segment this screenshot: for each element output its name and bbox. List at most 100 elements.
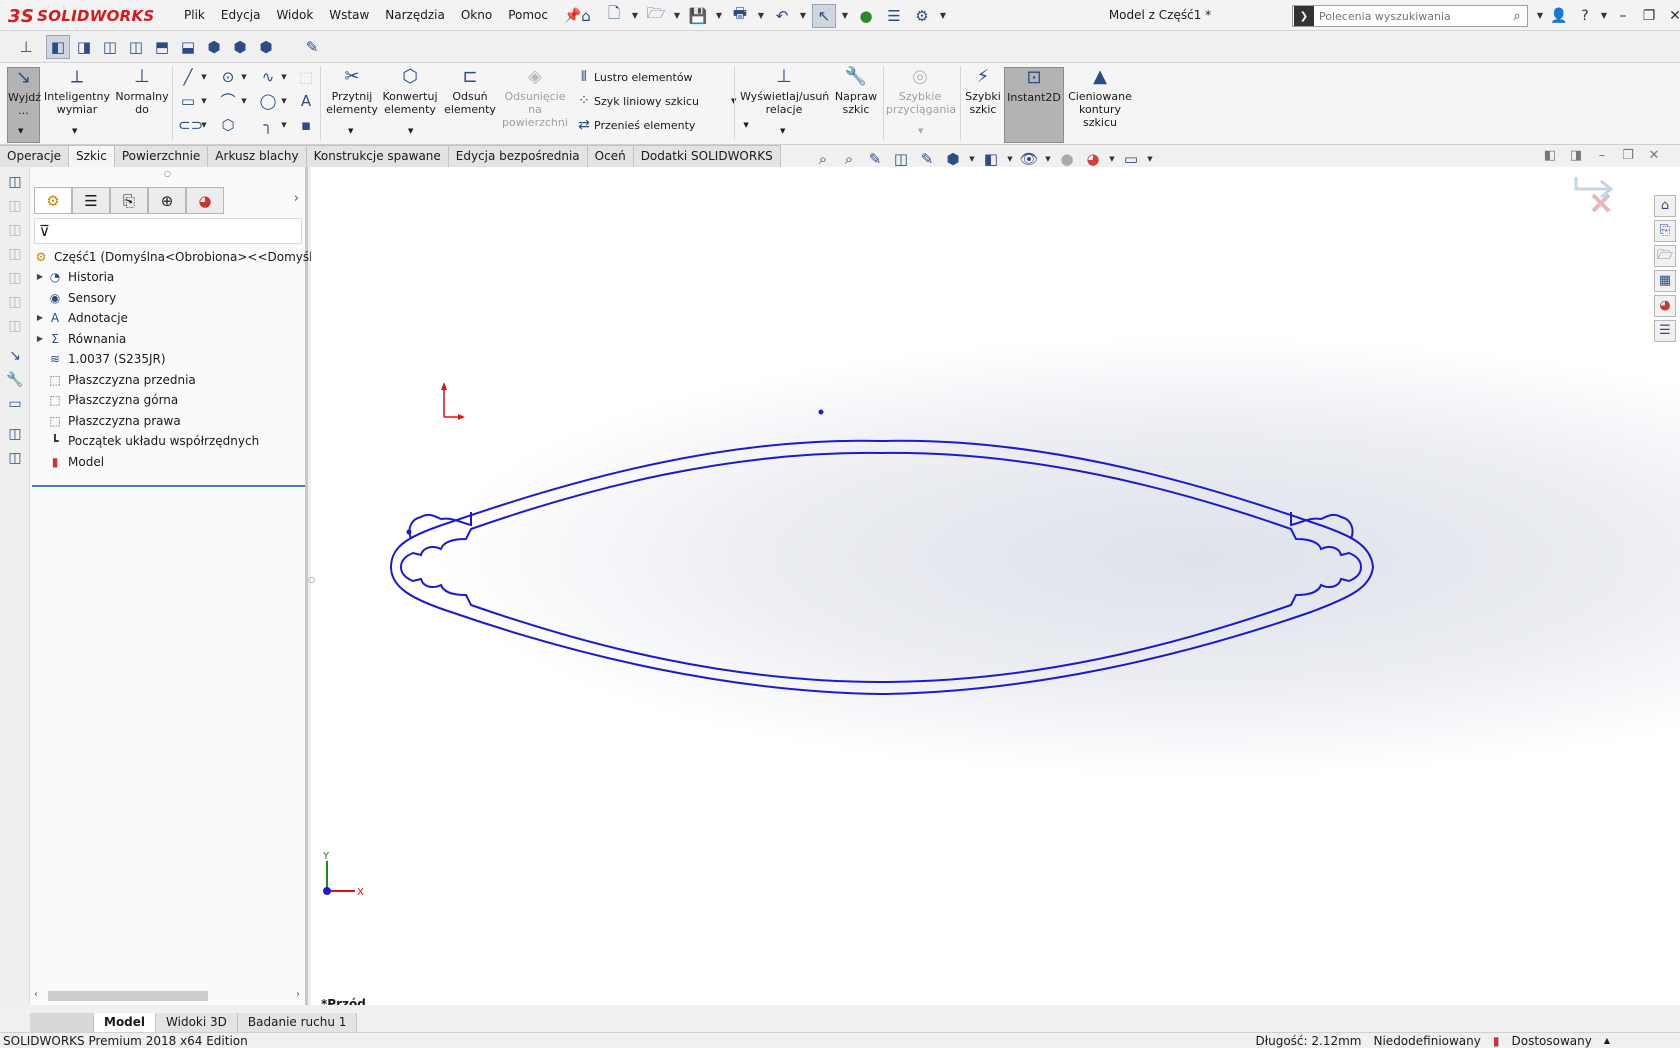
help-dropdown-icon[interactable]: ▼	[1599, 11, 1609, 20]
tree-item-annotations[interactable]: ▶ A Adnotacje	[34, 307, 128, 328]
tree-item-model[interactable]: ▮ Model	[34, 451, 104, 472]
layer-tool-icon[interactable]: ◫	[3, 423, 27, 445]
chevron-down-icon[interactable]: ▼	[200, 91, 208, 111]
dynamic-annotation-icon[interactable]: ✎	[916, 150, 938, 168]
menu-file[interactable]: Plik	[176, 0, 213, 31]
move-entities-button[interactable]: ⇄ Przenieś elementy ▼	[574, 117, 749, 133]
tile-left-icon[interactable]: ◧	[1540, 148, 1560, 163]
search-input[interactable]	[1314, 9, 1507, 23]
tree-item-origin[interactable]: ┗ Początek układu współrzędnych	[34, 430, 259, 451]
design-library-icon[interactable]: ⎘	[1654, 220, 1676, 242]
save-icon[interactable]: 💾	[686, 4, 710, 28]
top-view-icon[interactable]: ⬒	[150, 35, 174, 59]
tree-item-material[interactable]: ≋ 1.0037 (S235JR)	[34, 348, 166, 369]
tree-item-front-plane[interactable]: ⬚ Płaszczyzna przednia	[34, 369, 195, 390]
bottom-view-icon[interactable]: ⬓	[176, 35, 200, 59]
chevron-down-icon[interactable]: ▼	[798, 4, 808, 28]
display-tool-icon[interactable]: ▭	[3, 393, 27, 415]
chevron-down-icon[interactable]: ▼	[72, 127, 77, 135]
feature-manager-tab-icon[interactable]: ⚙	[34, 187, 72, 214]
chevron-down-icon[interactable]: ▼	[1108, 155, 1116, 163]
trimetric-view-icon[interactable]: ⬢	[228, 35, 252, 59]
sketch-canvas[interactable]: Y X	[311, 167, 1680, 1005]
tab-features[interactable]: Operacje	[0, 145, 70, 167]
chevron-down-icon[interactable]: ▼	[840, 4, 850, 28]
user-icon[interactable]: 👤	[1547, 8, 1571, 24]
restore-icon[interactable]: ❐	[1637, 8, 1661, 24]
repair-sketch-button[interactable]: 🔧 Napraw szkic	[832, 67, 880, 117]
tab-sheet-metal[interactable]: Arkusz blachy	[208, 145, 307, 167]
tab-direct-editing[interactable]: Edycja bezpośrednia	[448, 145, 588, 167]
chevron-down-icon[interactable]: ▼	[756, 4, 766, 28]
sketch-inner-profile[interactable]	[399, 451, 1363, 684]
file-explorer-icon[interactable]: 🗁	[1654, 245, 1676, 267]
minimize-icon[interactable]: –	[1592, 148, 1612, 163]
fillet-icon[interactable]: ╮	[258, 115, 278, 135]
tree-item-top-plane[interactable]: ⬚ Płaszczyzna górna	[34, 389, 178, 410]
horizontal-scrollbar[interactable]: ‹ ›	[34, 989, 300, 1003]
isometric-view-icon[interactable]: ⬢	[202, 35, 226, 59]
previous-view-icon[interactable]: ✎	[864, 150, 886, 168]
display-manager-tab-icon[interactable]: ◕	[186, 187, 224, 214]
panel-grip-icon[interactable]: ○	[164, 169, 171, 178]
menu-insert[interactable]: Wstaw	[321, 0, 377, 31]
command-search-box[interactable]: ❯ ⌕	[1292, 5, 1528, 27]
tab-sketch[interactable]: Szkic	[69, 145, 115, 167]
view-palette-icon[interactable]: ▦	[1654, 270, 1676, 292]
tree-filter-box[interactable]: ⊽	[34, 218, 302, 244]
sketch-outer-profile[interactable]	[389, 439, 1375, 696]
ellipse-icon[interactable]: ◯	[258, 91, 278, 111]
help-icon[interactable]: ?	[1573, 8, 1597, 24]
new-document-icon[interactable]: 🗋	[602, 4, 626, 28]
print-icon[interactable]: 🖶	[728, 4, 752, 28]
front-view-icon[interactable]: ◧	[46, 35, 70, 59]
line-icon[interactable]: ╱	[178, 67, 198, 87]
smart-dimension-button[interactable]: ⟂ Inteligentny wymiar	[44, 67, 110, 117]
offset-entities-button[interactable]: ⊏ Odsuń elementy	[442, 67, 498, 117]
menu-edit[interactable]: Edycja	[213, 0, 269, 31]
search-dropdown-icon[interactable]: ▼	[1535, 11, 1545, 20]
expand-arrow-icon[interactable]: ▶	[34, 272, 46, 281]
confirmation-corner[interactable]	[1574, 177, 1614, 213]
slot-icon[interactable]: ⊂⊃	[178, 115, 203, 135]
solidworks-resources-icon[interactable]: ⌂	[1654, 195, 1676, 217]
circle-icon[interactable]: ⊙	[218, 67, 238, 87]
restore-icon[interactable]: ❐	[1618, 148, 1638, 163]
select-tool-icon[interactable]: ↘	[3, 345, 27, 367]
layer-tool-icon[interactable]: ◫	[3, 447, 27, 469]
display-relations-button[interactable]: ⊥ Wyświetlaj/usuń relacje	[740, 67, 829, 117]
shaded-sketch-contours-button[interactable]: ▲ Cieniowane kontury szkicu	[1066, 67, 1134, 130]
close-icon[interactable]: ✕	[1663, 8, 1680, 24]
view-settings-icon[interactable]: ▭	[1120, 150, 1142, 168]
edit-appearance-icon[interactable]: ●	[1056, 150, 1078, 168]
apply-scene-icon[interactable]: ◕	[1082, 150, 1104, 168]
chevron-down-icon[interactable]: ▼	[743, 121, 748, 129]
search-scope-icon[interactable]: ❯	[1294, 6, 1314, 26]
chevron-down-icon[interactable]: ▼	[780, 127, 785, 135]
options-gear-icon[interactable]: ⚙	[910, 4, 934, 28]
tab-addins[interactable]: Dodatki SOLIDWORKS	[633, 145, 781, 167]
scrollbar-thumb[interactable]	[48, 991, 208, 1001]
polygon-icon[interactable]: ⬡	[218, 115, 238, 135]
property-manager-tab-icon[interactable]: ☰	[72, 187, 110, 214]
chevron-down-icon[interactable]: ▼	[938, 4, 948, 28]
chevron-down-icon[interactable]: ▼	[240, 91, 248, 111]
tree-item-equations[interactable]: ▶ Σ Równania	[34, 328, 126, 349]
units-selector[interactable]: Dostosowany	[1511, 1033, 1591, 1048]
chevron-left-icon[interactable]: ‹	[34, 989, 38, 1000]
solidworks-logo[interactable]: 3S SOLIDWORKS	[8, 4, 154, 28]
chevron-down-icon[interactable]: ▼	[280, 115, 288, 135]
left-view-icon[interactable]: ◫	[98, 35, 122, 59]
minimize-icon[interactable]: –	[1611, 8, 1635, 24]
chevron-down-icon[interactable]: ▼	[200, 115, 208, 135]
expand-arrow-icon[interactable]: ▶	[34, 313, 46, 322]
chevron-right-icon[interactable]: ›	[296, 989, 300, 1000]
normal-to-button[interactable]: ⊥ Normalny do	[114, 67, 170, 117]
rebuild-indicator-icon[interactable]: ▮	[1493, 1033, 1500, 1048]
sketch-plane-icon[interactable]: ◫	[3, 171, 27, 193]
home-icon[interactable]: ⌂	[574, 4, 598, 28]
rollback-bar[interactable]	[32, 485, 305, 487]
menu-view[interactable]: Widok	[268, 0, 321, 31]
appearances-icon[interactable]: ◕	[1654, 295, 1676, 317]
chevron-down-icon[interactable]: ▼	[18, 127, 23, 135]
